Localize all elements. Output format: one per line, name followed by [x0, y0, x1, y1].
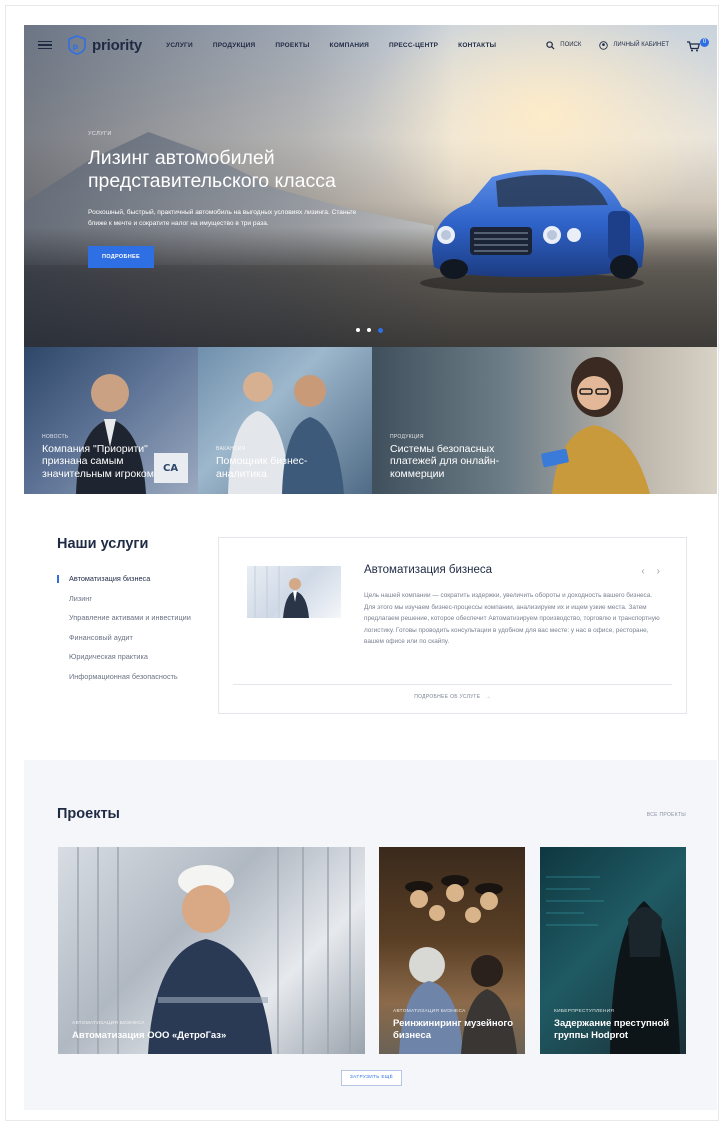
- project-hodprot-caption: КИБЕРПРЕСТУПЛЕНИЯ Задержание преступной …: [554, 1009, 684, 1042]
- project-card-detrogaz[interactable]: АВТОМАТИЗАЦИЯ БИЗНЕСА Автоматизация ООО …: [58, 847, 365, 1054]
- user-icon: [599, 40, 609, 50]
- account-label: ЛИЧНЫЙ КАБИНЕТ: [613, 42, 669, 48]
- product-tile-kicker: ПРОДУКЦИЯ: [390, 433, 424, 440]
- service-card: Автоматизация бизнеса ‹ › Цель нашей ком…: [218, 537, 687, 714]
- account-button[interactable]: ЛИЧНЫЙ КАБИНЕТ: [599, 40, 669, 50]
- header-actions: ПОИСК ЛИЧНЫЙ КАБИНЕТ 0: [546, 38, 709, 52]
- cart-icon: [687, 41, 701, 52]
- service-card-divider: [233, 684, 672, 685]
- service-card-arrows: ‹ ›: [641, 566, 660, 577]
- chevron-right-icon[interactable]: ›: [657, 566, 660, 577]
- cart-button[interactable]: 0: [687, 38, 709, 52]
- slider-dot-1[interactable]: [356, 328, 360, 332]
- product-tile-caption: ПРОДУКЦИЯ Системы безопасных платежей дл…: [390, 434, 520, 481]
- project-card-hodprot[interactable]: КИБЕРПРЕСТУПЛЕНИЯ Задержание преступной …: [540, 847, 686, 1054]
- logo-text: priority: [92, 36, 143, 54]
- product-tile[interactable]: ПРОДУКЦИЯ Системы безопасных платежей дл…: [372, 347, 717, 494]
- news-tile-title: Компания "Приорити" признана самым значи…: [42, 442, 154, 480]
- service-more-label: ПОДРОБНЕЕ ОБ УСЛУГЕ: [414, 694, 481, 700]
- cart-count-badge: 0: [700, 38, 709, 47]
- nav-item-projects[interactable]: ПРОЕКТЫ: [275, 42, 309, 49]
- product-tile-title: Системы безопасных платежей для онлайн-к…: [390, 442, 500, 480]
- logo[interactable]: p priority: [68, 35, 142, 55]
- nav-item-contacts[interactable]: КОНТАКТЫ: [458, 42, 496, 49]
- chevron-left-icon[interactable]: ‹: [641, 566, 644, 577]
- project-card-museum[interactable]: АВТОМАТИЗАЦИЯ БИЗНЕСА Реинжиниринг музей…: [379, 847, 525, 1054]
- shield-logo-icon: p: [68, 35, 86, 55]
- service-item-legal[interactable]: Юридическая практика: [57, 652, 207, 662]
- service-card-title: Автоматизация бизнеса: [364, 564, 493, 576]
- car-image: [420, 169, 644, 293]
- hero-title: Лизинг автомобилей представительского кл…: [88, 147, 336, 192]
- project-museum-kicker: АВТОМАТИЗАЦИЯ БИЗНЕСА: [393, 1009, 466, 1014]
- hero-kicker: УСЛУГИ: [88, 131, 112, 137]
- news-tile-caption: НОВОСТЬ Компания "Приорити" признана сам…: [42, 434, 182, 481]
- vacancy-tile-caption: ВАКАНСИЯ Помощник бизнес-аналитика: [216, 446, 356, 480]
- top-navigation: p priority УСЛУГИ ПРОДУКЦИЯ ПРОЕКТЫ КОМП…: [24, 25, 717, 65]
- office-man-photo: [254, 566, 309, 618]
- hero-content: УСЛУГИ Лизинг автомобилей представительс…: [88, 131, 358, 268]
- projects-title: Проекты: [57, 806, 120, 822]
- service-card-image: [247, 566, 341, 618]
- services-title: Наши услуги: [57, 536, 149, 552]
- project-detrogaz-caption: АВТОМАТИЗАЦИЯ БИЗНЕСА Автоматизация ООО …: [72, 1021, 312, 1042]
- load-more-button[interactable]: ЗАГРУЗИТЬ ЕЩЁ: [341, 1070, 402, 1086]
- service-item-asset-management[interactable]: Управление активами и инвестиции: [57, 613, 207, 623]
- svg-text:p: p: [73, 42, 79, 51]
- nav-item-press[interactable]: ПРЕСС-ЦЕНТР: [389, 42, 438, 49]
- hero-slider: p priority УСЛУГИ ПРОДУКЦИЯ ПРОЕКТЫ КОМП…: [24, 25, 717, 347]
- service-item-automation[interactable]: Автоматизация бизнеса: [57, 574, 207, 584]
- service-card-description: Цель нашей компании — сократить издержки…: [364, 592, 660, 645]
- project-detrogaz-kicker: АВТОМАТИЗАЦИЯ БИЗНЕСА: [72, 1021, 145, 1026]
- vacancy-tile[interactable]: ВАКАНСИЯ Помощник бизнес-аналитика: [198, 347, 372, 494]
- slider-dots: [356, 327, 383, 333]
- slider-dot-2[interactable]: [367, 328, 371, 332]
- service-item-leasing[interactable]: Лизинг: [57, 594, 207, 604]
- services-list: Автоматизация бизнеса Лизинг Управление …: [57, 574, 207, 691]
- main-nav: УСЛУГИ ПРОДУКЦИЯ ПРОЕКТЫ КОМПАНИЯ ПРЕСС-…: [166, 42, 496, 49]
- vacancy-tile-title: Помощник бизнес-аналитика: [216, 455, 308, 480]
- arrow-right-icon: →: [482, 694, 491, 700]
- news-tile-kicker: НОВОСТЬ: [42, 433, 69, 440]
- project-hodprot-kicker: КИБЕРПРЕСТУПЛЕНИЯ: [554, 1009, 615, 1014]
- search-label: ПОИСК: [560, 42, 582, 48]
- project-museum-title: Реинжиниринг музейного бизнеса: [393, 1018, 514, 1041]
- search-button[interactable]: ПОИСК: [546, 40, 582, 50]
- project-detrogaz-title: Автоматизация ООО «ДетроГаз»: [72, 1030, 227, 1041]
- project-museum-caption: АВТОМАТИЗАЦИЯ БИЗНЕСА Реинжиниринг музей…: [393, 1009, 523, 1042]
- hero-more-button[interactable]: ПОДРОБНЕЕ: [88, 246, 154, 268]
- project-hodprot-title: Задержание преступной группы Hodprot: [554, 1018, 670, 1041]
- service-more-link[interactable]: ПОДРОБНЕЕ ОБ УСЛУГЕ →: [219, 694, 686, 700]
- vacancy-tile-kicker: ВАКАНСИЯ: [216, 446, 246, 452]
- hero-description: Роскошный, быстрый, практичный автомобил…: [88, 209, 357, 227]
- service-item-security[interactable]: Информационная безопасность: [57, 672, 207, 682]
- nav-item-products[interactable]: ПРОДУКЦИЯ: [213, 42, 256, 49]
- news-tile[interactable]: CA НОВОСТЬ Компания "Приорити" признана …: [24, 347, 198, 494]
- nav-item-company[interactable]: КОМПАНИЯ: [330, 42, 369, 49]
- nav-item-services[interactable]: УСЛУГИ: [166, 42, 193, 49]
- all-projects-link[interactable]: ВСЕ ПРОЕКТЫ: [647, 812, 686, 818]
- service-item-audit[interactable]: Финансовый аудит: [57, 633, 207, 643]
- search-icon: [546, 40, 555, 50]
- menu-icon[interactable]: [38, 40, 52, 50]
- slider-dot-3[interactable]: [378, 327, 383, 333]
